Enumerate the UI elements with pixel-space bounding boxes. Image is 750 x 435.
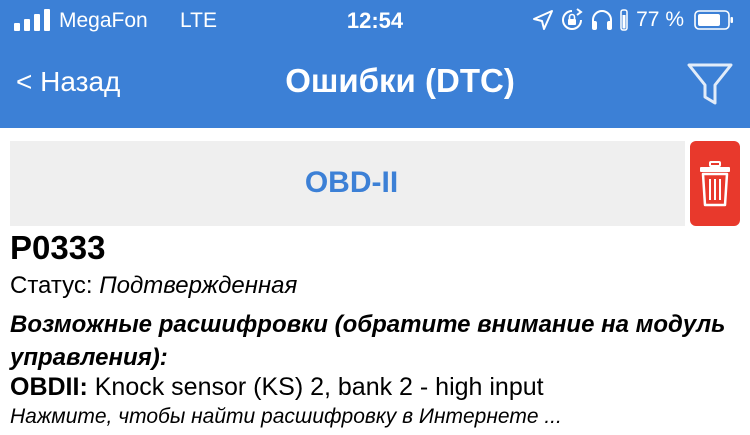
battery-charge-level-icon	[620, 9, 628, 31]
decodings-heading: Возможные расшифровки (обратите внимание…	[10, 311, 726, 371]
battery-icon	[694, 10, 733, 30]
web-search-link[interactable]: Нажмите, чтобы найти расшифровку в Интер…	[10, 405, 562, 429]
section-header: OBD-II	[10, 141, 685, 226]
page-title: Ошибки (DTC)	[285, 62, 515, 99]
trash-icon	[700, 161, 730, 207]
app-header: MegaFon LTE 12:54 77 % < Назад Ошибки (D…	[0, 0, 750, 128]
decoding-module: OBDII:	[10, 373, 88, 401]
status-bar: MegaFon LTE 12:54 77 %	[0, 0, 750, 40]
decoding-text: Knock sensor (KS) 2, bank 2 - high input	[94, 373, 544, 401]
rotation-lock-icon	[562, 8, 583, 30]
status-icons: 77 %	[532, 8, 734, 32]
dtc-status: Статус: Подтвержденная	[10, 272, 297, 300]
delete-button[interactable]	[690, 141, 740, 226]
location-arrow-icon	[533, 10, 554, 30]
section-label: OBD-II	[304, 166, 399, 199]
battery-percent: 77 %	[636, 8, 684, 31]
headphones-icon	[592, 10, 613, 30]
status-value: Подтвержденная	[99, 272, 298, 299]
dtc-code: P0333	[10, 229, 106, 266]
decoding-item: OBDII: Knock sensor (KS) 2, bank 2 - hig…	[10, 373, 544, 402]
status-label: Статус:	[10, 272, 93, 299]
filter-icon[interactable]	[685, 59, 735, 107]
